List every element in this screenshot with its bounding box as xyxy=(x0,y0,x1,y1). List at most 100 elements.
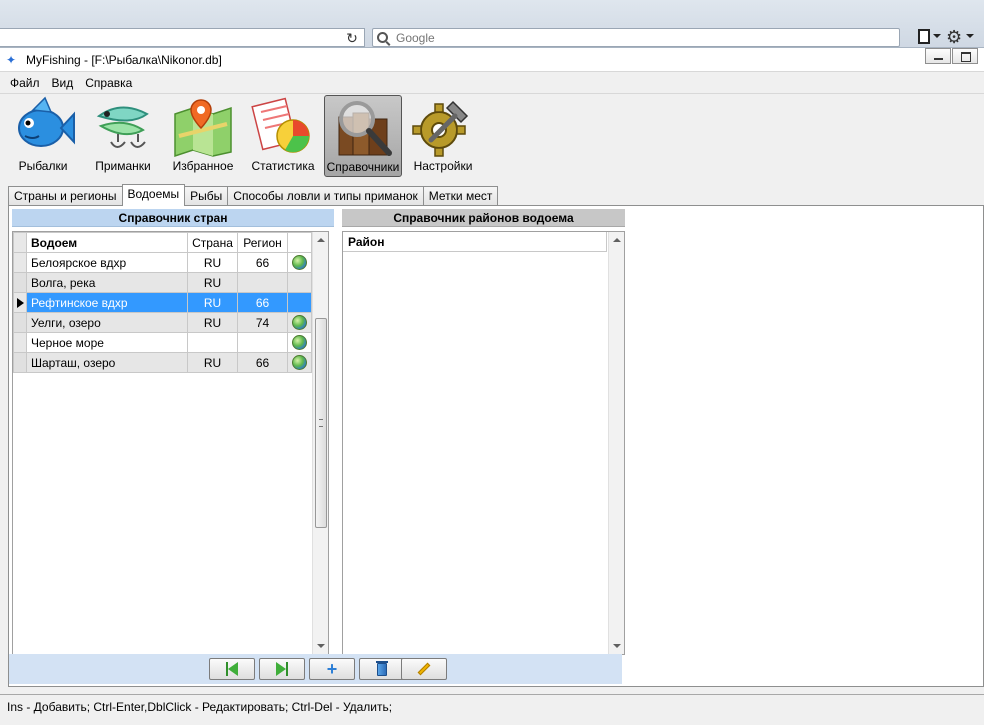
menu-view[interactable]: Вид xyxy=(46,76,80,90)
toolbar-fishing-button[interactable]: Рыбалки xyxy=(4,95,82,177)
toolbar-label: Приманки xyxy=(95,159,151,173)
tab-water-bodies[interactable]: Водоемы xyxy=(121,184,186,206)
column-header-region[interactable]: Регион xyxy=(237,232,288,253)
minimize-button[interactable] xyxy=(925,48,951,64)
cell-map[interactable] xyxy=(287,332,312,353)
tab-countries-regions[interactable]: Страны и регионы xyxy=(8,186,123,206)
toolbar-label: Справочники xyxy=(326,160,400,174)
row-indicator[interactable] xyxy=(13,352,27,373)
scroll-thumb[interactable] xyxy=(315,318,327,528)
toolbar-lures-button[interactable]: Приманки xyxy=(84,95,162,177)
page-icon[interactable] xyxy=(918,29,930,44)
row-indicator-header xyxy=(13,232,27,253)
globe-icon[interactable] xyxy=(292,335,307,351)
cell-country[interactable]: RU xyxy=(187,312,238,333)
titlebar: ✦ MyFishing - [F:\Рыбалка\Nikonor.db] xyxy=(0,48,984,72)
row-indicator[interactable] xyxy=(13,332,27,353)
delete-record-button[interactable] xyxy=(359,658,405,680)
pencil-icon xyxy=(417,662,431,676)
column-header-country[interactable]: Страна xyxy=(187,232,238,253)
water-bodies-grid[interactable]: Водоем Страна Регион Белоярское вдхр RU … xyxy=(12,231,329,655)
table-row[interactable]: Уелги, озеро RU 74 xyxy=(13,312,312,333)
cell-region[interactable]: 66 xyxy=(237,252,288,273)
toolbar-settings-button[interactable]: Настройки xyxy=(404,95,482,177)
menu-file[interactable]: Файл xyxy=(4,76,46,90)
cell-map[interactable] xyxy=(287,292,312,313)
column-header-water-body[interactable]: Водоем xyxy=(26,232,188,253)
restore-button[interactable] xyxy=(952,48,978,64)
tab-place-marks[interactable]: Метки мест xyxy=(422,186,499,206)
cell-water-body[interactable]: Белоярское вдхр xyxy=(26,252,188,273)
tab-fish[interactable]: Рыбы xyxy=(184,186,229,206)
tab-strip: Страны и регионы Водоемы Рыбы Способы ло… xyxy=(8,184,499,206)
scroll-up-icon[interactable] xyxy=(317,238,325,242)
scroll-up-icon[interactable] xyxy=(613,238,621,242)
fish-icon xyxy=(11,96,75,158)
gear-icon xyxy=(411,96,475,158)
browser-toolbar: ↻ ⚙ xyxy=(0,0,984,48)
cell-map[interactable] xyxy=(287,272,312,293)
menubar: Файл Вид Справка xyxy=(0,73,984,94)
toolbar-favorites-button[interactable]: Избранное xyxy=(164,95,242,177)
cell-water-body[interactable]: Волга, река xyxy=(26,272,188,293)
next-record-button[interactable] xyxy=(259,658,305,680)
cell-country[interactable]: RU xyxy=(187,352,238,373)
vertical-scrollbar[interactable] xyxy=(312,232,328,654)
chevron-down-icon[interactable] xyxy=(933,34,941,38)
address-bar[interactable] xyxy=(0,28,365,47)
tab-methods-lures[interactable]: Способы ловли и типы приманок xyxy=(227,186,424,206)
search-input[interactable] xyxy=(394,29,874,46)
table-row-selected[interactable]: Рефтинское вдхр RU 66 xyxy=(13,292,312,313)
app-window: ✦ MyFishing - [F:\Рыбалка\Nikonor.db] Фа… xyxy=(0,48,984,725)
prev-record-button[interactable] xyxy=(209,658,255,680)
menu-help[interactable]: Справка xyxy=(79,76,138,90)
cell-water-body[interactable]: Уелги, озеро xyxy=(26,312,188,333)
table-header-row: Водоем Страна Регион xyxy=(13,232,312,253)
panel-title: Справочник стран xyxy=(12,209,334,227)
row-indicator[interactable] xyxy=(13,272,27,293)
cell-water-body[interactable]: Шарташ, озеро xyxy=(26,352,188,373)
table-row[interactable]: Белоярское вдхр RU 66 xyxy=(13,252,312,273)
globe-icon[interactable] xyxy=(292,315,307,331)
gear-icon[interactable]: ⚙ xyxy=(946,28,964,46)
column-header-map xyxy=(287,232,312,253)
cell-country[interactable]: RU xyxy=(187,292,238,313)
pie-chart-icon xyxy=(251,96,315,158)
cell-region[interactable]: 66 xyxy=(237,352,288,373)
table-row[interactable]: Черное море xyxy=(13,332,312,353)
cell-map[interactable] xyxy=(287,252,312,273)
toolbar-statistics-button[interactable]: Статистика xyxy=(244,95,322,177)
add-record-button[interactable]: + xyxy=(309,658,355,680)
toolbar-directories-button[interactable]: Справочники xyxy=(324,95,402,177)
scroll-down-icon[interactable] xyxy=(317,644,325,648)
globe-icon[interactable] xyxy=(292,255,307,271)
cell-map[interactable] xyxy=(287,312,312,333)
search-box[interactable] xyxy=(372,28,900,47)
row-indicator[interactable] xyxy=(13,312,27,333)
globe-icon[interactable] xyxy=(292,355,307,371)
reload-icon[interactable]: ↻ xyxy=(344,30,360,46)
row-indicator[interactable] xyxy=(13,292,27,313)
water-bodies-panel: Справочник стран Водоем Страна Регион Бе… xyxy=(12,209,334,687)
cell-country[interactable]: RU xyxy=(187,272,238,293)
cell-water-body[interactable]: Черное море xyxy=(26,332,188,353)
water-bodies-table: Водоем Страна Регион Белоярское вдхр RU … xyxy=(13,232,312,373)
vertical-scrollbar[interactable] xyxy=(608,232,624,654)
cell-region[interactable] xyxy=(237,332,288,353)
districts-grid[interactable]: Район xyxy=(342,231,625,655)
cell-map[interactable] xyxy=(287,352,312,373)
cell-region[interactable]: 74 xyxy=(237,312,288,333)
cell-country[interactable] xyxy=(187,332,238,353)
column-header-district[interactable]: Район xyxy=(343,232,607,252)
edit-record-button[interactable] xyxy=(401,658,447,680)
cell-region[interactable] xyxy=(237,272,288,293)
cell-country[interactable]: RU xyxy=(187,252,238,273)
chevron-down-icon[interactable] xyxy=(966,34,974,38)
scroll-down-icon[interactable] xyxy=(613,644,621,648)
table-row[interactable]: Шарташ, озеро RU 66 xyxy=(13,352,312,373)
lure-icon xyxy=(91,96,155,158)
cell-water-body[interactable]: Рефтинское вдхр xyxy=(26,292,188,313)
row-indicator[interactable] xyxy=(13,252,27,273)
cell-region[interactable]: 66 xyxy=(237,292,288,313)
table-row[interactable]: Волга, река RU xyxy=(13,272,312,293)
